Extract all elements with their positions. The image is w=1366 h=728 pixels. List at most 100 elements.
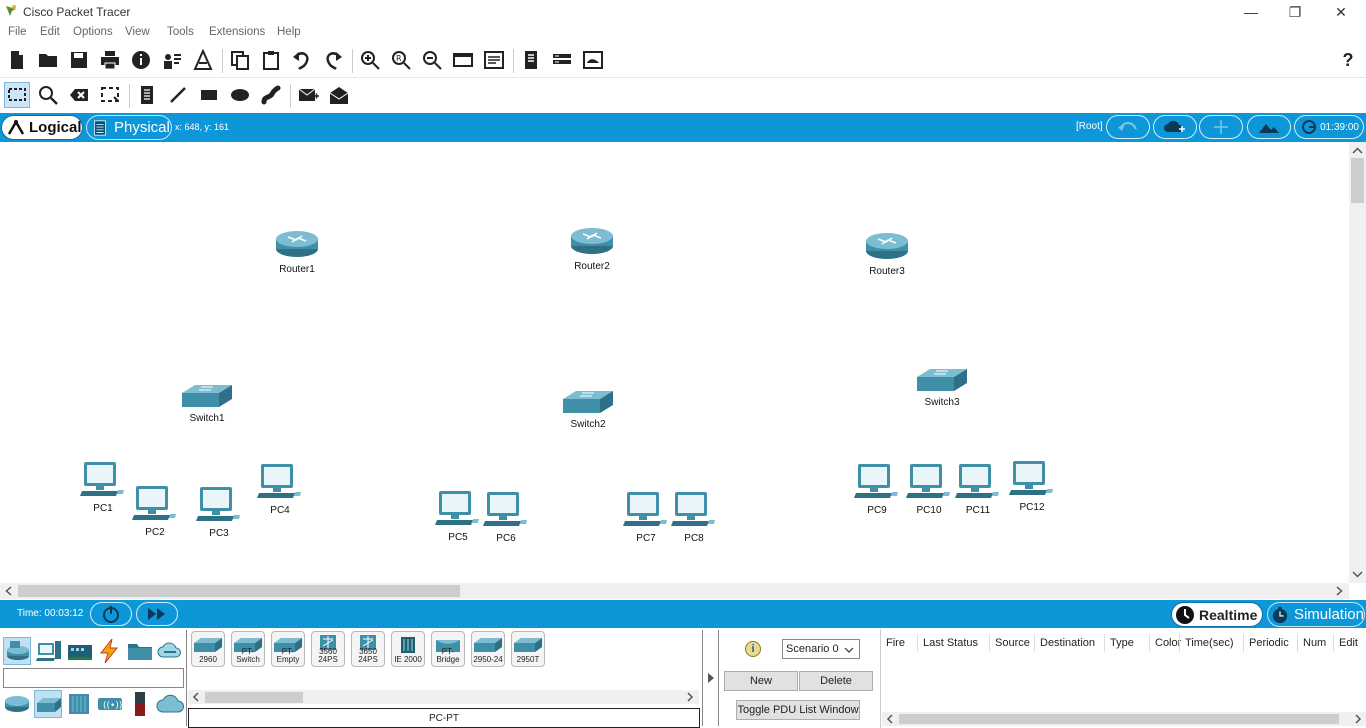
restore-button[interactable]: ❐ xyxy=(1272,0,1318,24)
column-header[interactable]: Fire xyxy=(881,634,905,652)
pc-device[interactable]: PC3 xyxy=(196,485,242,543)
info-icon[interactable] xyxy=(128,47,154,73)
switch-device[interactable]: Switch3 xyxy=(916,367,968,413)
panel-expand-arrow-icon[interactable] xyxy=(706,672,716,684)
column-header[interactable]: Last Status xyxy=(917,634,978,652)
notes-icon[interactable] xyxy=(518,47,544,73)
device-search-input[interactable] xyxy=(3,668,184,688)
menu-options[interactable]: Options xyxy=(73,26,113,38)
column-header[interactable]: Destination xyxy=(1034,634,1095,652)
zoom-in-icon[interactable] xyxy=(357,47,383,73)
delete-tool-icon[interactable] xyxy=(66,82,92,108)
column-header[interactable]: Edit xyxy=(1333,634,1358,652)
paste-icon[interactable] xyxy=(258,47,284,73)
model-2950-24[interactable]: 2950-24 xyxy=(471,631,505,667)
pc-device[interactable]: PC4 xyxy=(257,462,303,520)
network-devices-category[interactable] xyxy=(3,637,31,665)
realtime-mode-button[interactable]: Realtime xyxy=(1171,602,1263,627)
print-icon[interactable] xyxy=(97,47,123,73)
custom-device-dialog-icon[interactable] xyxy=(481,47,507,73)
cluster-view-button[interactable] xyxy=(1153,115,1197,139)
model-3650-24ps[interactable]: 3650 24PS xyxy=(351,631,385,667)
set-background-button[interactable] xyxy=(1247,115,1291,139)
pc-device[interactable]: PC9 xyxy=(854,462,900,520)
place-note-icon[interactable] xyxy=(134,82,160,108)
switch-device[interactable]: Switch1 xyxy=(181,383,233,429)
column-header[interactable]: Color xyxy=(1149,634,1181,652)
vertical-scroll-thumb[interactable] xyxy=(1351,158,1364,203)
router-device[interactable]: Router3 xyxy=(864,229,910,279)
toggle-pdu-list-button[interactable]: Toggle PDU List Window xyxy=(736,700,860,720)
zoom-reset-icon[interactable]: R xyxy=(388,47,414,73)
pc-device[interactable]: PC1 xyxy=(80,460,126,518)
drawing-palette-icon[interactable] xyxy=(450,47,476,73)
redo-icon[interactable] xyxy=(320,47,346,73)
connections-category[interactable] xyxy=(95,637,123,665)
model-pt-empty[interactable]: PT-Empty xyxy=(271,631,305,667)
new-file-icon[interactable] xyxy=(4,47,30,73)
pdu-table-scrollbar[interactable] xyxy=(882,712,1366,726)
web-view-icon[interactable] xyxy=(580,47,606,73)
network-info-icon[interactable] xyxy=(159,47,185,73)
miscellaneous-category[interactable] xyxy=(126,637,154,665)
menu-help[interactable]: Help xyxy=(277,26,301,38)
scenario-info-icon[interactable]: i xyxy=(745,641,761,657)
zoom-out-icon[interactable] xyxy=(419,47,445,73)
model-ie-2000[interactable]: IE 2000 xyxy=(391,631,425,667)
pc-device[interactable]: PC2 xyxy=(132,484,178,542)
menu-file[interactable]: File xyxy=(8,26,27,38)
model-2960[interactable]: 2960 xyxy=(191,631,225,667)
column-header[interactable]: Source xyxy=(989,634,1030,652)
add-complex-pdu-icon[interactable] xyxy=(326,82,352,108)
undo-icon[interactable] xyxy=(289,47,315,73)
power-cycle-button[interactable] xyxy=(90,602,132,626)
column-header[interactable]: Type xyxy=(1104,634,1134,652)
model-pt-switch[interactable]: PT-Switch xyxy=(231,631,265,667)
switch-device[interactable]: Switch2 xyxy=(562,389,614,435)
pdu-table-scroll-thumb[interactable] xyxy=(899,714,1339,724)
column-header[interactable]: Time(sec) xyxy=(1179,634,1233,652)
navigation-back-button[interactable] xyxy=(1106,115,1150,139)
pc-device[interactable]: PC8 xyxy=(671,490,717,548)
pc-device[interactable]: PC10 xyxy=(906,462,952,520)
simulation-mode-button[interactable]: Simulation xyxy=(1267,602,1365,627)
model-palette-scroll-thumb[interactable] xyxy=(205,692,303,703)
draw-rectangle-icon[interactable] xyxy=(196,82,222,108)
help-button[interactable]: ? xyxy=(1335,47,1361,73)
activity-wizard-icon[interactable] xyxy=(190,47,216,73)
menu-extensions[interactable]: Extensions xyxy=(209,26,265,38)
scenario-select[interactable]: Scenario 0 xyxy=(782,639,860,659)
resize-shape-icon[interactable] xyxy=(97,82,123,108)
fast-forward-button[interactable] xyxy=(136,602,178,626)
pc-device[interactable]: PC11 xyxy=(955,462,1001,520)
router-device[interactable]: Router1 xyxy=(274,227,320,277)
menu-tools[interactable]: Tools xyxy=(167,26,194,38)
pc-device[interactable]: PC7 xyxy=(623,490,669,548)
model-pt-bridge[interactable]: PT-Bridge xyxy=(431,631,465,667)
physical-tab[interactable]: Physical xyxy=(86,115,172,140)
inspect-tool-icon[interactable] xyxy=(35,82,61,108)
freeform-draw-icon[interactable] xyxy=(258,82,284,108)
end-devices-category[interactable] xyxy=(35,637,63,665)
close-button[interactable]: ✕ xyxy=(1318,0,1364,24)
pc-device[interactable]: PC5 xyxy=(435,489,481,547)
switches-subcategory[interactable] xyxy=(34,690,62,718)
hubs-subcategory[interactable] xyxy=(65,690,93,718)
device-manager-icon[interactable] xyxy=(549,47,575,73)
components-category[interactable] xyxy=(66,637,94,665)
logical-tab[interactable]: Logical xyxy=(1,115,83,140)
select-tool-icon[interactable] xyxy=(4,82,30,108)
wireless-devices-subcategory[interactable]: ((•)) xyxy=(96,690,124,718)
model-2950t[interactable]: 2950T xyxy=(511,631,545,667)
delete-scenario-button[interactable]: Delete xyxy=(799,671,873,691)
logical-workspace-canvas[interactable]: Router1 Router2 Router3 Switch1 Switch2 … xyxy=(0,142,1349,583)
new-scenario-button[interactable]: New xyxy=(724,671,798,691)
multiuser-connection-category[interactable] xyxy=(156,637,184,665)
pc-device[interactable]: PC12 xyxy=(1009,459,1055,517)
menu-view[interactable]: View xyxy=(125,26,150,38)
save-icon[interactable] xyxy=(66,47,92,73)
minimize-button[interactable]: — xyxy=(1228,0,1274,24)
move-object-button[interactable] xyxy=(1199,115,1243,139)
horizontal-scroll-thumb[interactable] xyxy=(18,585,460,597)
pc-device[interactable]: PC6 xyxy=(483,490,529,548)
